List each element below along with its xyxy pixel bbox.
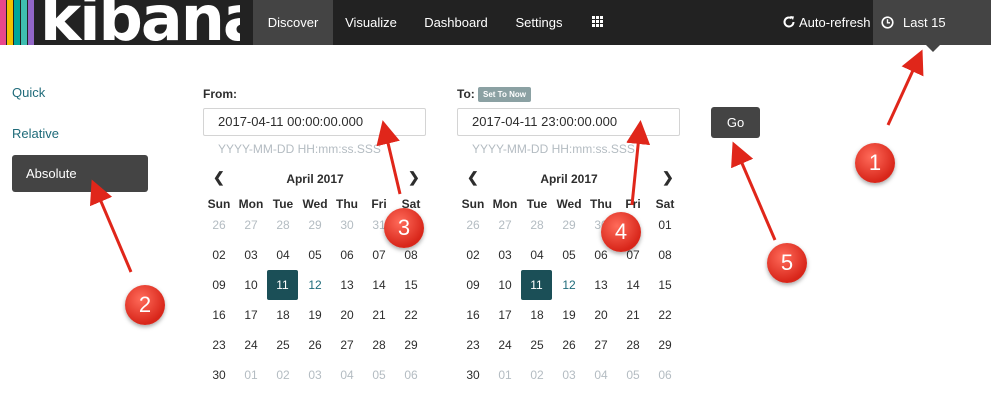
- annotation-badge: 5: [767, 243, 807, 283]
- annotation-badge: 1: [855, 143, 895, 183]
- annotation-arrow: [90, 179, 133, 273]
- annotation-arrow: [886, 49, 924, 126]
- annotation-badge: 2: [125, 285, 165, 325]
- annotation-arrow: [376, 120, 402, 195]
- annotation-arrows: [90, 49, 924, 273]
- annotation-badge: 4: [601, 212, 641, 252]
- annotation-badge: 3: [384, 208, 424, 248]
- annotation-arrow: [626, 120, 651, 206]
- annotation-arrow: [731, 141, 777, 241]
